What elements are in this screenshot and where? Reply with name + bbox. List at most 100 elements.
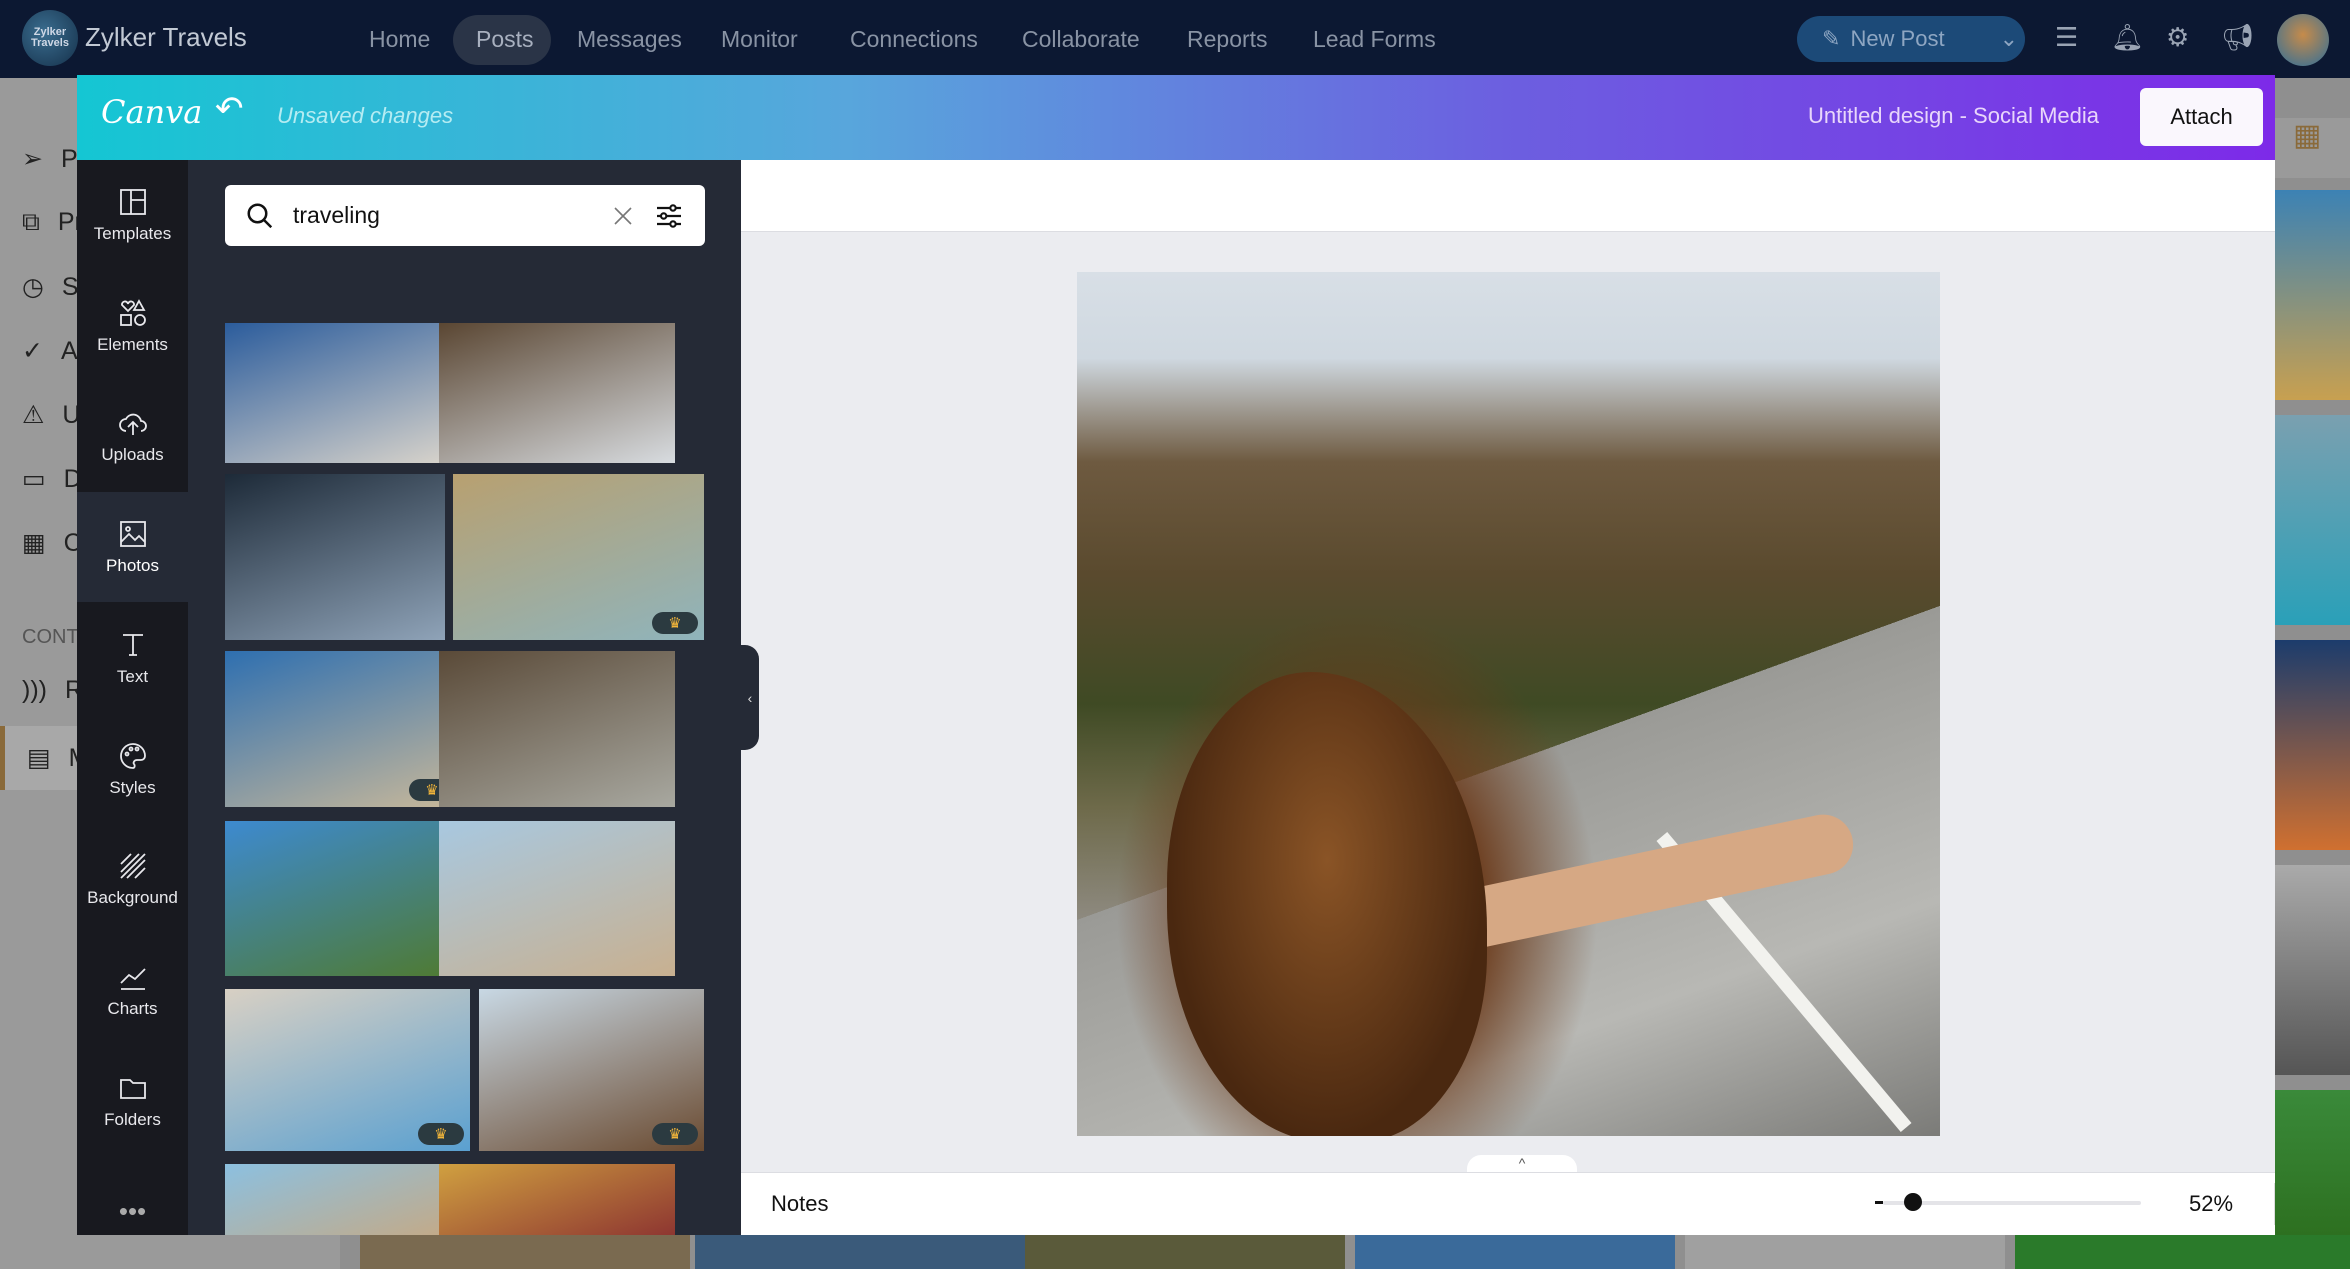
premium-crown-icon: ♛ xyxy=(652,612,698,634)
bg-photo xyxy=(2275,865,2350,1075)
zoom-slider-knob[interactable] xyxy=(1904,1193,1923,1211)
elements-icon xyxy=(119,298,146,326)
media-icon: ▤ xyxy=(27,744,51,772)
collapse-panel-handle[interactable]: ‹ xyxy=(741,645,759,750)
canva-header: Canva ↶ Unsaved changes Untitled design … xyxy=(77,75,2275,160)
clock-icon: ◷ xyxy=(22,273,44,301)
rail-elements[interactable]: Elements xyxy=(77,271,188,381)
new-post-label: New Post xyxy=(1850,26,1945,51)
rail-label: Uploads xyxy=(101,445,164,465)
warning-icon: ⚠ xyxy=(22,401,45,429)
new-post-button[interactable]: ✎ New Post ⌄ xyxy=(1797,16,2025,62)
chevron-down-icon[interactable]: ⌄ xyxy=(2000,26,2018,52)
nav-reports[interactable]: Reports xyxy=(1187,26,1268,53)
top-navbar: Zylker Travels Zylker Travels Home Posts Me… xyxy=(0,0,2350,78)
external-icon: ⧉ xyxy=(22,208,40,236)
nav-connections[interactable]: Connections xyxy=(850,26,978,53)
nav-messages[interactable]: Messages xyxy=(577,26,682,53)
rail-photos[interactable]: Photos xyxy=(77,492,188,603)
notes-button[interactable]: Notes xyxy=(771,1191,828,1217)
background-icon xyxy=(119,853,146,879)
rail-folders[interactable]: Folders xyxy=(77,1046,188,1156)
text-icon xyxy=(122,633,143,656)
rail-charts[interactable]: Charts xyxy=(77,935,188,1045)
premium-crown-icon: ♛ xyxy=(652,1123,698,1145)
inbox-icon: ▭ xyxy=(22,465,46,493)
megaphone-icon[interactable]: 📢︎ xyxy=(2221,22,2254,53)
rail-background[interactable]: Background xyxy=(77,824,188,934)
rail-uploads[interactable]: Uploads xyxy=(77,381,188,491)
templates-icon xyxy=(119,189,146,215)
bg-photo xyxy=(1355,1235,1675,1269)
rail-more[interactable]: ••• xyxy=(77,1156,188,1235)
nav-collaborate[interactable]: Collaborate xyxy=(1022,26,1140,53)
hair xyxy=(1167,672,1487,1136)
bg-photo xyxy=(2015,1235,2350,1269)
photos-icon xyxy=(119,521,146,547)
styles-icon xyxy=(119,742,146,769)
rail-label: Photos xyxy=(106,556,159,576)
bg-photo xyxy=(1025,1235,1345,1269)
grid-icon[interactable]: ▦ xyxy=(2275,118,2350,178)
rail-label: Styles xyxy=(109,777,156,797)
charts-icon xyxy=(119,968,146,990)
brand-name: Zylker Travels xyxy=(85,22,247,52)
rail-label: Charts xyxy=(107,998,158,1018)
rss-icon: ))) xyxy=(22,676,47,704)
rail-text[interactable]: Text xyxy=(77,603,188,713)
photo-result-map-laptop-desk[interactable] xyxy=(439,323,675,463)
photo-result-airplane-window-city[interactable] xyxy=(225,474,445,640)
photo-result-suitcases-airport[interactable]: ♛ xyxy=(479,989,704,1151)
photo-result-hiker-coast[interactable]: ♛ xyxy=(225,651,461,807)
photo-result-woman-car-window[interactable] xyxy=(439,651,675,807)
rail-styles[interactable]: Styles xyxy=(77,714,188,824)
photo-result-train-backpackers[interactable] xyxy=(439,1164,675,1235)
photo-result-mountain-hiker[interactable] xyxy=(225,821,461,976)
undo-icon[interactable]: ↶ xyxy=(215,89,244,129)
save-status: Unsaved changes xyxy=(277,103,454,128)
zoom-level[interactable]: 52% xyxy=(2189,1191,2233,1217)
photo-result-hand-globe[interactable] xyxy=(439,821,675,976)
brand-logo[interactable]: Zylker Travels xyxy=(22,10,78,66)
sidebar-item[interactable]: ⧉ Pr xyxy=(22,208,83,237)
section-label: CONT xyxy=(22,626,79,648)
canvas-footer: Notes 52% ? xyxy=(741,1172,2275,1235)
clear-icon[interactable] xyxy=(611,204,635,228)
nav-lead-forms[interactable]: Lead Forms xyxy=(1313,26,1436,53)
photo-result-planning-map-table[interactable]: ♛ xyxy=(225,989,470,1151)
canva-logo: Canva xyxy=(101,93,203,131)
photo-result-toy-plane-map[interactable]: ♛ xyxy=(453,474,704,640)
divider xyxy=(2274,1183,2275,1225)
nav-posts[interactable]: Posts xyxy=(476,26,534,53)
rail-label: Templates xyxy=(93,224,172,243)
canva-editor-modal: Canva ↶ Unsaved changes Untitled design … xyxy=(77,75,2275,1235)
rail-label: Folders xyxy=(104,1109,161,1129)
user-avatar[interactable] xyxy=(2277,14,2329,66)
bg-photo xyxy=(2275,190,2350,400)
photo-result-car-beach-road[interactable] xyxy=(225,1164,461,1235)
bg-photo xyxy=(360,1235,690,1269)
send-icon: ➢ xyxy=(22,145,43,173)
zoom-minus xyxy=(1875,1201,1883,1204)
design-canvas-image[interactable] xyxy=(1077,272,1940,1136)
filter-icon[interactable] xyxy=(653,200,685,232)
calendar-icon: ▦ xyxy=(22,529,46,557)
folders-icon xyxy=(119,1078,146,1099)
rail-templates[interactable]: Templates xyxy=(77,160,188,270)
pencil-icon: ✎ xyxy=(1822,26,1841,51)
photo-result-airplane-sky[interactable] xyxy=(225,323,461,463)
design-title[interactable]: Untitled design - Social Media xyxy=(1808,103,2099,129)
search-input[interactable] xyxy=(293,202,593,229)
uploads-icon xyxy=(118,414,147,436)
menu-icon[interactable]: ☰ xyxy=(2055,22,2078,53)
bg-photo xyxy=(2275,640,2350,850)
bg-photo xyxy=(1685,1235,2005,1269)
gear-icon[interactable]: ⚙ xyxy=(2166,22,2189,53)
attach-button[interactable]: Attach xyxy=(2140,88,2263,146)
canva-side-rail: Templates Elements Uploads Photos Text Styles… xyxy=(77,160,188,1235)
nav-home[interactable]: Home xyxy=(369,26,430,53)
canvas-toolbar xyxy=(741,160,2275,232)
check-icon: ✓ xyxy=(22,337,43,365)
nav-monitor[interactable]: Monitor xyxy=(721,26,798,53)
bell-icon[interactable]: 🔔︎ xyxy=(2111,22,2144,53)
